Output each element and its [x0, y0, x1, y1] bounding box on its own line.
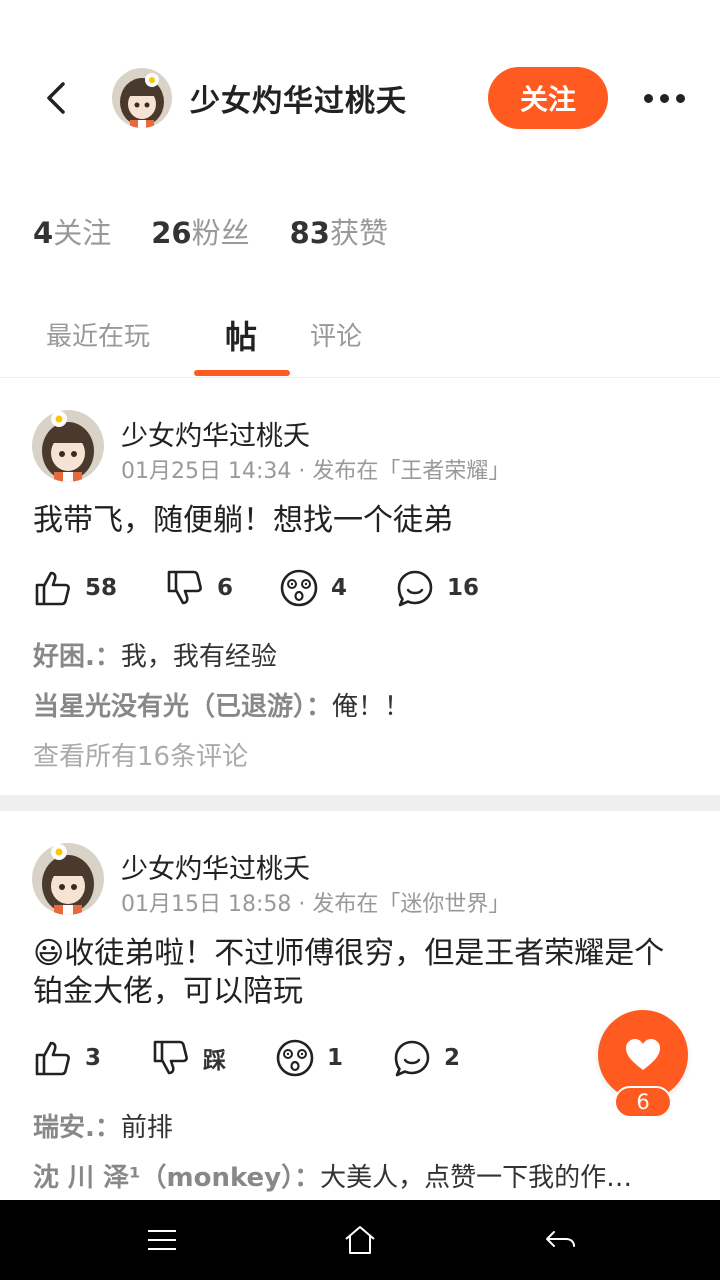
- comment-preview[interactable]: 当星光没有光（已退游）：俺！！: [33, 686, 693, 723]
- menu-icon: [148, 1230, 176, 1250]
- view-all-comments-link[interactable]: 查看所有16条评论: [33, 736, 248, 773]
- dislike-button[interactable]: 踩: [151, 1035, 226, 1081]
- chevron-left-icon: [47, 82, 65, 114]
- wow-button[interactable]: 4: [279, 565, 347, 611]
- home-icon: [345, 1226, 375, 1254]
- comment-preview[interactable]: 沈 川 泽¹（monkey）：大美人，点赞一下我的作…: [33, 1157, 693, 1194]
- tab-comments[interactable]: 评论: [310, 316, 362, 353]
- like-count-badge: 6: [614, 1086, 672, 1118]
- profile-header: 少女灼华过桃夭 关注: [0, 0, 720, 190]
- thumbs-down-icon: [153, 1040, 188, 1075]
- more-dots-icon: [643, 93, 653, 103]
- follow-button[interactable]: 关注: [488, 67, 608, 129]
- comment-button[interactable]: 16: [395, 565, 479, 611]
- back-button[interactable]: [34, 74, 78, 122]
- post-text[interactable]: 😃收徒弟啦！不过师傅很穷，但是王者荣耀是个铂金大佬，可以陪玩: [33, 935, 693, 1011]
- back-arrow-icon: [546, 1231, 575, 1247]
- avatar[interactable]: [112, 68, 172, 128]
- more-options-button[interactable]: [636, 80, 692, 116]
- back-nav-button[interactable]: [538, 1218, 582, 1262]
- dizzy-face-icon: [276, 1039, 314, 1077]
- comment-bubble-icon: [397, 570, 433, 607]
- post-author[interactable]: 少女灼华过桃夭: [121, 414, 310, 453]
- stat-likes: 83 获赞: [289, 216, 388, 250]
- post-actions: 3 踩 1 2: [33, 1035, 693, 1081]
- profile-name: 少女灼华过桃夭: [190, 84, 407, 119]
- like-button[interactable]: 3: [33, 1035, 101, 1081]
- post-divider: [0, 795, 720, 811]
- active-tab-indicator: [194, 370, 290, 376]
- comment-button[interactable]: 2: [392, 1035, 460, 1081]
- like-button[interactable]: 58: [33, 565, 117, 611]
- comment-preview[interactable]: 好困.：我，我有经验: [33, 636, 693, 673]
- smiley-emoji: 😃: [33, 936, 65, 971]
- avatar[interactable]: [32, 410, 104, 482]
- post-card: 少女灼华过桃夭 01月15日 18:58 · 发布在「迷你世界」 😃收徒弟啦！不…: [0, 811, 720, 1200]
- thumbs-up-icon: [35, 1041, 70, 1076]
- dislike-button[interactable]: 6: [165, 565, 233, 611]
- post-text[interactable]: 我带飞，随便躺！想找一个徒弟: [33, 502, 693, 540]
- tab-recently-played[interactable]: 最近在玩: [46, 316, 150, 353]
- tab-posts[interactable]: 帖: [225, 312, 257, 358]
- stat-following[interactable]: 4 关注: [33, 210, 111, 252]
- avatar[interactable]: [32, 843, 104, 915]
- post-meta: 01月15日 18:58 · 发布在「迷你世界」: [121, 892, 511, 917]
- dizzy-face-icon: [280, 569, 318, 607]
- heart-icon: [626, 1039, 660, 1070]
- post-card: 少女灼华过桃夭 01月25日 14:34 · 发布在「王者荣耀」 我带飞，随便躺…: [0, 378, 720, 795]
- thumbs-down-icon: [167, 570, 202, 605]
- post-meta: 01月25日 14:34 · 发布在「王者荣耀」: [121, 459, 511, 484]
- post-actions: 58 6 4 16: [33, 565, 693, 611]
- profile-tabs: 最近在玩 帖 评论: [0, 300, 720, 378]
- system-navigation-bar: [0, 1200, 720, 1280]
- home-button[interactable]: [338, 1218, 382, 1262]
- comment-preview[interactable]: 瑞安.：前排: [33, 1107, 693, 1144]
- post-author[interactable]: 少女灼华过桃夭: [121, 847, 310, 886]
- comment-bubble-icon: [394, 1040, 430, 1077]
- thumbs-up-icon: [35, 571, 70, 606]
- menu-button[interactable]: [140, 1218, 184, 1262]
- stat-followers[interactable]: 26 粉丝: [151, 210, 249, 252]
- wow-button[interactable]: 1: [275, 1035, 343, 1081]
- profile-stats: 4 关注 26 粉丝 83 获赞: [33, 210, 388, 252]
